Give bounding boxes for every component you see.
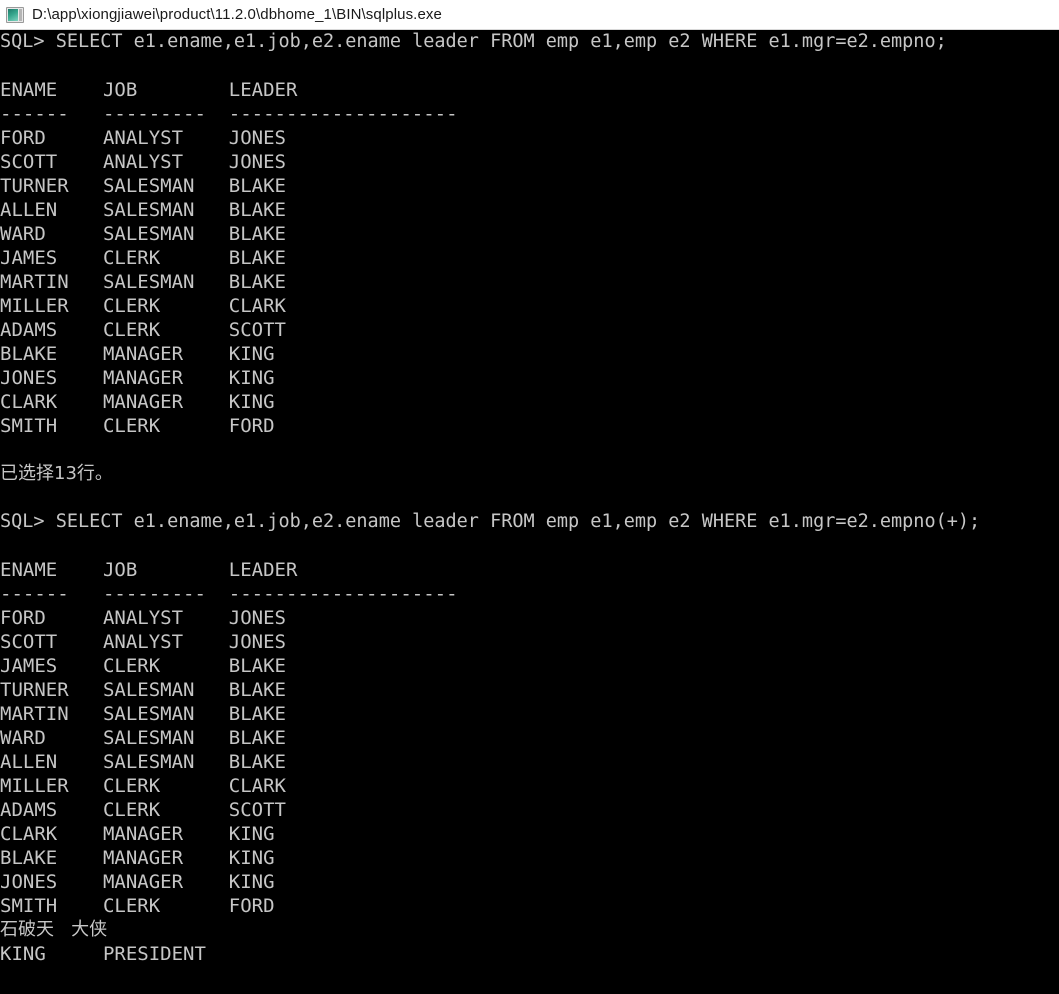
table-row: MARTIN SALESMAN BLAKE bbox=[0, 271, 286, 293]
table-row: JONES MANAGER KING bbox=[0, 367, 275, 389]
table-row: SMITH CLERK FORD bbox=[0, 415, 275, 437]
table-row: ALLEN SALESMAN BLAKE bbox=[0, 751, 286, 773]
table-row: JAMES CLERK BLAKE bbox=[0, 655, 286, 677]
table-row: ALLEN SALESMAN BLAKE bbox=[0, 199, 286, 221]
sql-command-line: SQL> SELECT e1.ename,e1.job,e2.ename lea… bbox=[0, 31, 947, 52]
table-row: FORD ANALYST JONES bbox=[0, 127, 286, 149]
table-row: WARD SALESMAN BLAKE bbox=[0, 223, 286, 245]
table-row: CLARK MANAGER KING bbox=[0, 391, 275, 413]
table-row: 石破天 大侠 bbox=[0, 919, 108, 940]
table-row: JAMES CLERK BLAKE bbox=[0, 247, 286, 269]
table-row: ADAMS CLERK SCOTT bbox=[0, 799, 286, 821]
sql-command-line: SQL> SELECT e1.ename,e1.job,e2.ename lea… bbox=[0, 511, 981, 532]
table-row: KING PRESIDENT bbox=[0, 943, 206, 965]
table-row: SCOTT ANALYST JONES bbox=[0, 151, 286, 173]
table-row: TURNER SALESMAN BLAKE bbox=[0, 679, 286, 701]
table-row: ADAMS CLERK SCOTT bbox=[0, 319, 286, 341]
table-row: BLAKE MANAGER KING bbox=[0, 343, 275, 365]
console-window-icon bbox=[6, 6, 24, 23]
row-count-status: 已选择13行。 bbox=[0, 463, 113, 484]
result-separator-row: ------ --------- -------------------- bbox=[0, 583, 458, 605]
table-row: BLAKE MANAGER KING bbox=[0, 847, 275, 869]
result-header-row: ENAME JOB LEADER bbox=[0, 79, 298, 101]
table-row: MILLER CLERK CLARK bbox=[0, 775, 286, 797]
table-row: MILLER CLERK CLARK bbox=[0, 295, 286, 317]
table-row: TURNER SALESMAN BLAKE bbox=[0, 175, 286, 197]
window-titlebar[interactable]: D:\app\xiongjiawei\product\11.2.0\dbhome… bbox=[0, 0, 1059, 30]
table-row: JONES MANAGER KING bbox=[0, 871, 275, 893]
window-title: D:\app\xiongjiawei\product\11.2.0\dbhome… bbox=[32, 6, 442, 23]
result-header-row: ENAME JOB LEADER bbox=[0, 559, 298, 581]
table-row: SCOTT ANALYST JONES bbox=[0, 631, 286, 653]
table-row: FORD ANALYST JONES bbox=[0, 607, 286, 629]
result-separator-row: ------ --------- -------------------- bbox=[0, 103, 458, 125]
table-row: SMITH CLERK FORD bbox=[0, 895, 275, 917]
table-row: CLARK MANAGER KING bbox=[0, 823, 275, 845]
table-row: WARD SALESMAN BLAKE bbox=[0, 727, 286, 749]
table-row: MARTIN SALESMAN BLAKE bbox=[0, 703, 286, 725]
console-output-area[interactable]: SQL> SELECT e1.ename,e1.job,e2.ename lea… bbox=[0, 30, 1059, 994]
